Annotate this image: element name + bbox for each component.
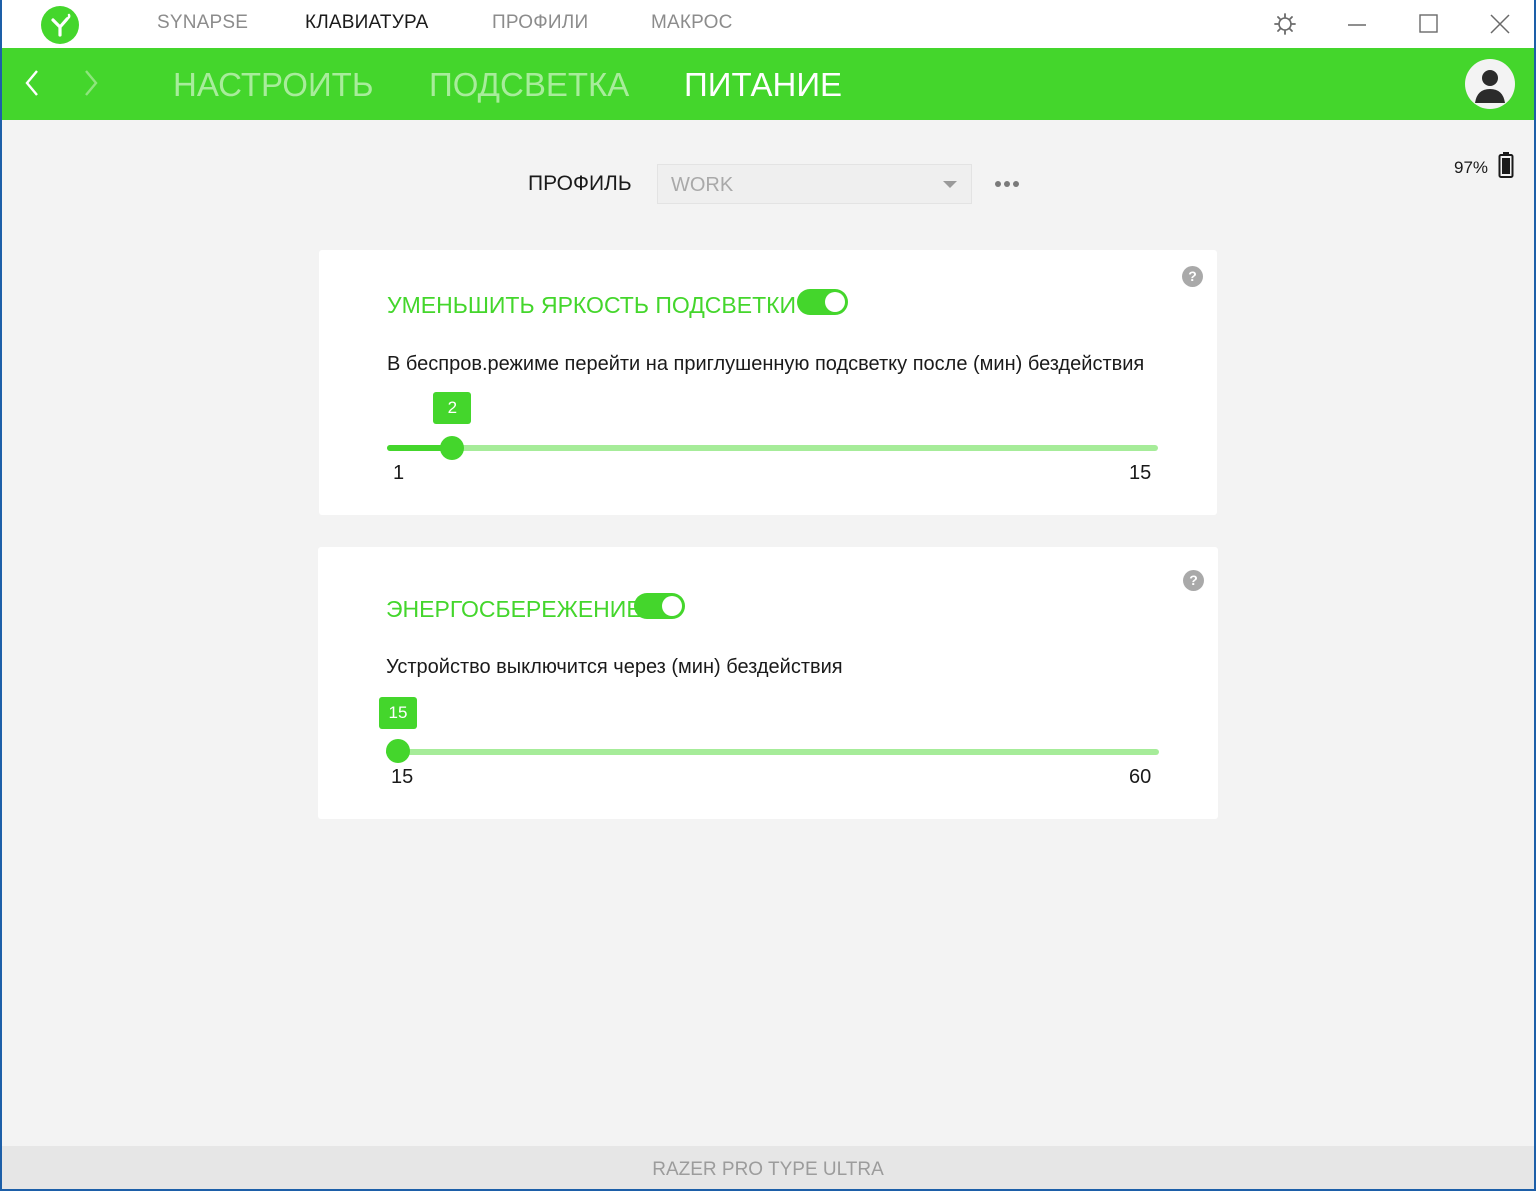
maximize-icon[interactable] <box>1413 10 1443 38</box>
dim-lighting-slider-max: 15 <box>1129 462 1152 484</box>
minimize-icon[interactable] <box>1342 10 1372 38</box>
dim-lighting-title: УМЕНЬШИТЬ ЯРКОСТЬ ПОДСВЕТКИ <box>387 292 797 318</box>
power-saving-title: ЭНЕРГОСБЕРЕЖЕНИЕ <box>386 596 642 622</box>
dim-lighting-slider-track[interactable] <box>387 445 1158 451</box>
user-avatar-icon[interactable] <box>1465 59 1515 109</box>
razer-logo-icon <box>41 6 79 44</box>
chevron-down-icon <box>943 181 957 188</box>
subtab-power[interactable]: ПИТАНИЕ <box>684 66 842 104</box>
tab-keyboard[interactable]: КЛАВИАТУРА <box>305 12 428 34</box>
power-saving-slider-track[interactable] <box>386 749 1159 755</box>
profile-dropdown[interactable]: WORK <box>657 164 972 204</box>
forward-arrow-icon[interactable] <box>78 68 102 98</box>
subtab-lighting[interactable]: ПОДСВЕТКА <box>429 66 629 104</box>
device-footer: RAZER PRO TYPE ULTRA <box>2 1146 1534 1189</box>
power-saving-slider-max: 60 <box>1129 766 1152 788</box>
profile-dropdown-value: WORK <box>671 174 734 196</box>
dim-lighting-toggle[interactable] <box>797 289 848 315</box>
power-saving-slider-min: 15 <box>391 766 414 788</box>
dim-lighting-slider-min: 1 <box>393 462 405 484</box>
more-options-icon[interactable] <box>994 178 1022 190</box>
title-bar: SYNAPSE КЛАВИАТУРА ПРОФИЛИ МАКРОС <box>2 0 1534 48</box>
close-icon[interactable] <box>1485 10 1515 38</box>
power-saving-description: Устройство выключится через (мин) бездей… <box>386 656 843 678</box>
dim-lighting-description: В беспров.режиме перейти на приглушенную… <box>387 353 1145 375</box>
power-saving-slider-thumb[interactable] <box>386 739 410 763</box>
dim-lighting-slider-value: 2 <box>433 392 472 424</box>
power-saving-toggle[interactable] <box>634 593 685 619</box>
power-saving-card: ? ЭНЕРГОСБЕРЕЖЕНИЕ Устройство выключится… <box>318 547 1218 819</box>
subtab-customize[interactable]: НАСТРОИТЬ <box>173 66 374 104</box>
device-name: RAZER PRO TYPE ULTRA <box>652 1159 884 1180</box>
tab-macro[interactable]: МАКРОС <box>651 12 733 34</box>
tab-profiles[interactable]: ПРОФИЛИ <box>492 12 588 34</box>
help-icon[interactable]: ? <box>1183 570 1204 591</box>
tab-synapse[interactable]: SYNAPSE <box>157 12 248 34</box>
profile-label: ПРОФИЛЬ <box>528 172 632 195</box>
battery-level: 97% <box>1454 158 1489 177</box>
dim-lighting-slider-thumb[interactable] <box>440 436 465 460</box>
battery-icon <box>1498 151 1514 179</box>
settings-gear-icon[interactable] <box>1270 10 1300 38</box>
help-icon[interactable]: ? <box>1182 266 1203 287</box>
app-window: SYNAPSE КЛАВИАТУРА ПРОФИЛИ МАКРОС НАСТРО… <box>2 0 1534 1189</box>
power-saving-slider-value: 15 <box>379 697 417 729</box>
back-arrow-icon[interactable] <box>21 68 45 98</box>
dim-lighting-card: ? УМЕНЬШИТЬ ЯРКОСТЬ ПОДСВЕТКИ В беспров.… <box>319 250 1217 515</box>
section-nav: НАСТРОИТЬ ПОДСВЕТКА ПИТАНИЕ <box>2 48 1534 120</box>
